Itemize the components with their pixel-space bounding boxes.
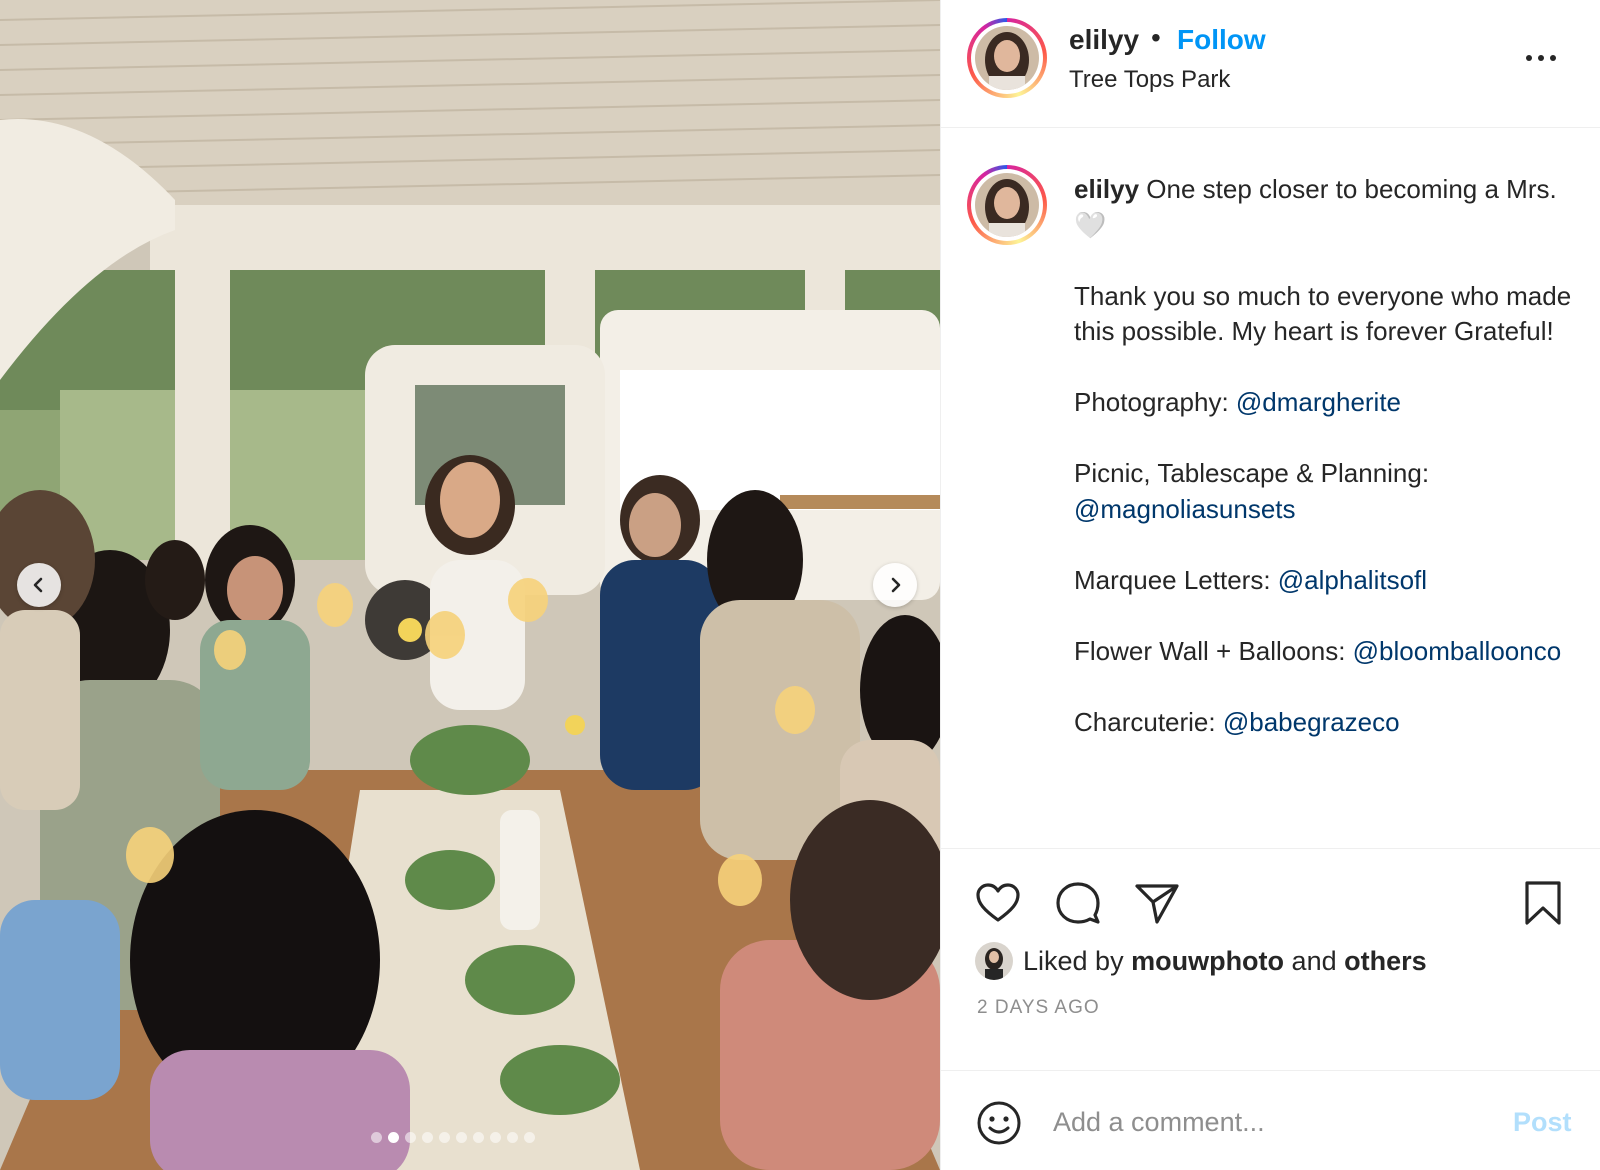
more-options-button[interactable] — [1521, 44, 1561, 72]
caption-line: One step closer to becoming a Mrs. 🤍 — [1074, 174, 1557, 240]
avatar-photo — [975, 173, 1039, 237]
carousel-next-button[interactable] — [873, 563, 917, 607]
chevron-right-icon — [891, 577, 901, 593]
carousel-dot — [456, 1132, 467, 1143]
comment-button[interactable] — [1054, 879, 1102, 927]
follow-button[interactable]: Follow — [1177, 24, 1266, 56]
liker-username[interactable]: mouwphoto — [1131, 946, 1284, 977]
mention-link[interactable]: @alphalitsofl — [1278, 565, 1427, 595]
author-username[interactable]: elilyy — [1069, 24, 1139, 56]
carousel-dot — [388, 1132, 399, 1143]
emoji-button[interactable] — [976, 1100, 1022, 1146]
post-comment-button[interactable]: Post — [1513, 1107, 1572, 1138]
caption-thanks: Thank you so much to everyone who made t… — [1074, 280, 1572, 347]
heart-icon — [976, 883, 1020, 922]
likes-summary: Liked by mouwphoto and others — [975, 941, 1427, 981]
paper-plane-icon — [1135, 884, 1179, 924]
carousel-prev-button[interactable] — [17, 563, 61, 607]
caption-author-avatar[interactable] — [967, 165, 1047, 245]
liker-avatar[interactable] — [975, 942, 1013, 980]
credit-label: Marquee Letters: — [1074, 564, 1278, 595]
post-photo[interactable] — [0, 0, 940, 1170]
bookmark-icon — [1525, 881, 1561, 925]
carousel-indicator — [371, 1132, 535, 1143]
carousel-dot — [490, 1132, 501, 1143]
comment-bubble-icon — [1056, 882, 1100, 924]
post-actions: Liked by mouwphoto and others 2 DAYS AGO — [941, 848, 1600, 1070]
likes-middle: and — [1284, 945, 1345, 976]
carousel-dot — [439, 1132, 450, 1143]
comment-bar: Post — [941, 1070, 1600, 1170]
credit-label: Picnic, Tablescape & Planning: — [1074, 458, 1430, 488]
credit-item: Photography: @dmargherite — [1074, 385, 1574, 421]
credit-label: Charcuterie: — [1074, 706, 1223, 737]
credit-item: Flower Wall + Balloons: @bloomballoonco — [1074, 634, 1574, 670]
credit-label: Photography: — [1074, 387, 1236, 417]
comment-input[interactable] — [1053, 1097, 1473, 1147]
post-image — [0, 0, 940, 1170]
post-timestamp[interactable]: 2 DAYS AGO — [977, 997, 1100, 1019]
mention-link[interactable]: @magnoliasunsets — [1074, 494, 1296, 524]
credit-item: Charcuterie: @babegrazeco — [1074, 705, 1574, 741]
post-header: elilyy • Follow Tree Tops Park — [941, 0, 1600, 128]
save-button[interactable] — [1521, 879, 1565, 927]
post-caption: elilyy One step closer to becoming a Mrs… — [1074, 172, 1574, 740]
caption-username[interactable]: elilyy — [1074, 174, 1139, 204]
author-avatar[interactable] — [967, 18, 1047, 98]
credit-item: Picnic, Tablescape & Planning: @magnolia… — [1074, 456, 1574, 527]
likes-others-link[interactable]: others — [1344, 946, 1427, 977]
likes-prefix: Liked by — [1023, 945, 1132, 976]
post-location[interactable]: Tree Tops Park — [1069, 66, 1230, 94]
more-horizontal-icon — [1526, 55, 1556, 61]
like-button[interactable] — [974, 879, 1022, 927]
carousel-dot — [405, 1132, 416, 1143]
caption-section: elilyy One step closer to becoming a Mrs… — [941, 128, 1600, 848]
credit-label: Flower Wall + Balloons: — [1074, 635, 1353, 666]
post-details-panel: elilyy • Follow Tree Tops Park elilyy On… — [940, 0, 1600, 1170]
mention-link[interactable]: @babegrazeco — [1223, 707, 1400, 737]
carousel-dot — [371, 1132, 382, 1143]
carousel-dot — [473, 1132, 484, 1143]
avatar-photo — [975, 26, 1039, 90]
mention-link[interactable]: @bloomballoonco — [1353, 636, 1562, 666]
smiley-icon — [977, 1101, 1021, 1145]
mention-link[interactable]: @dmargherite — [1236, 387, 1401, 417]
carousel-dot — [524, 1132, 535, 1143]
header-separator: • — [1151, 22, 1161, 53]
carousel-dot — [507, 1132, 518, 1143]
avatar-photo — [975, 942, 1013, 980]
chevron-left-icon — [33, 577, 43, 593]
carousel-dot — [422, 1132, 433, 1143]
credit-item: Marquee Letters: @alphalitsofl — [1074, 563, 1574, 599]
share-button[interactable] — [1133, 879, 1181, 927]
